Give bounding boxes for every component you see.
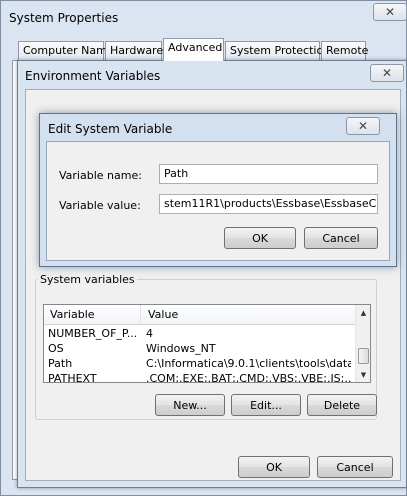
variable-cell: PATHEXT bbox=[48, 372, 97, 383]
close-icon: ✕ bbox=[384, 5, 396, 19]
variable-cell: OS bbox=[48, 342, 64, 355]
column-header-value[interactable]: Value bbox=[148, 308, 178, 321]
new-button[interactable]: New... bbox=[155, 394, 225, 416]
window-title: Environment Variables bbox=[25, 69, 161, 83]
tab-label: System Protection bbox=[230, 44, 331, 57]
list-header: Variable Value bbox=[44, 305, 355, 325]
value-cell: 4 bbox=[146, 327, 153, 340]
ok-button[interactable]: OK bbox=[238, 456, 310, 478]
ok-button[interactable]: OK bbox=[224, 227, 296, 249]
delete-button[interactable]: Delete bbox=[307, 394, 377, 416]
table-row[interactable]: Path C:\Informatica\9.0.1\clients\tools\… bbox=[44, 356, 355, 371]
tab-label: Advanced bbox=[168, 41, 223, 54]
variable-name-label: Variable name: bbox=[59, 169, 142, 182]
window-title: Edit System Variable bbox=[48, 122, 173, 136]
close-button[interactable]: ✕ bbox=[346, 117, 380, 135]
variable-cell: NUMBER_OF_P... bbox=[48, 327, 138, 340]
tab-computer-name[interactable]: Computer Name bbox=[18, 41, 114, 60]
tab-advanced[interactable]: Advanced bbox=[163, 38, 224, 61]
value-cell: Windows_NT bbox=[146, 342, 216, 355]
close-icon: ✕ bbox=[357, 119, 369, 133]
window-title: System Properties bbox=[9, 11, 119, 25]
tab-label: Remote bbox=[326, 44, 369, 57]
value-cell: C:\Informatica\9.0.1\clients\tools\data.… bbox=[146, 357, 351, 370]
tab-system-protection[interactable]: System Protection bbox=[225, 41, 330, 60]
tab-label: Computer Name bbox=[23, 44, 114, 57]
edit-system-variable-window: Edit System Variable ✕ Variable name: Pa… bbox=[39, 113, 397, 267]
cancel-button[interactable]: Cancel bbox=[304, 227, 378, 249]
close-button[interactable]: ✕ bbox=[370, 64, 404, 82]
column-divider[interactable] bbox=[140, 305, 141, 325]
tab-label: Hardware bbox=[110, 44, 164, 57]
scroll-up-icon[interactable]: ▲ bbox=[356, 306, 370, 320]
table-row[interactable]: OS Windows_NT bbox=[44, 341, 355, 356]
column-header-variable[interactable]: Variable bbox=[50, 308, 95, 321]
variable-name-input[interactable]: Path bbox=[159, 164, 378, 184]
scroll-thumb[interactable] bbox=[358, 348, 369, 364]
close-icon: ✕ bbox=[381, 66, 393, 80]
variable-cell: Path bbox=[48, 357, 73, 370]
close-button[interactable]: ✕ bbox=[373, 3, 407, 21]
table-row[interactable]: NUMBER_OF_P... 4 bbox=[44, 326, 355, 341]
value-cell: .COM;.EXE;.BAT;.CMD;.VBS;.VBE;.JS;.... bbox=[146, 372, 351, 383]
cancel-button[interactable]: Cancel bbox=[317, 456, 393, 478]
scroll-down-icon[interactable]: ▼ bbox=[356, 368, 370, 382]
tab-hardware[interactable]: Hardware bbox=[105, 41, 164, 60]
variable-value-input[interactable]: stem11R1\products\Essbase\EssbaseClient bbox=[159, 194, 378, 214]
edit-button[interactable]: Edit... bbox=[231, 394, 301, 416]
tab-remote[interactable]: Remote bbox=[321, 41, 369, 60]
vertical-scrollbar[interactable]: ▲ ▼ bbox=[355, 305, 370, 382]
system-variables-list[interactable]: Variable Value NUMBER_OF_P... 4 OS Windo… bbox=[43, 304, 371, 383]
table-row[interactable]: PATHEXT .COM;.EXE;.BAT;.CMD;.VBS;.VBE;.J… bbox=[44, 371, 355, 383]
variable-value-label: Variable value: bbox=[59, 199, 141, 212]
group-label: System variables bbox=[38, 273, 137, 286]
